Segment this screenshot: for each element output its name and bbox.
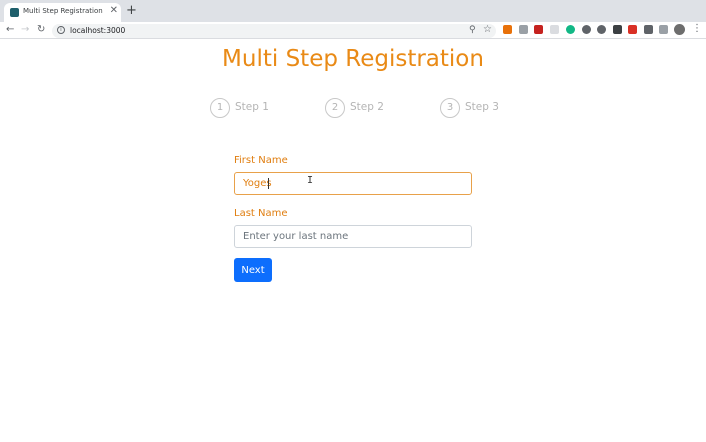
ext-redgray-icon[interactable]: [628, 25, 637, 34]
ext-orange-icon[interactable]: [503, 25, 512, 34]
last-name-label: Last Name: [234, 208, 288, 219]
last-name-input[interactable]: [234, 225, 472, 248]
tab-close-icon[interactable]: ✕: [110, 5, 118, 17]
profile-avatar[interactable]: [674, 24, 685, 35]
step-number: 2: [325, 98, 345, 118]
ibeam-cursor-icon: I: [307, 175, 314, 186]
ext-list-icon[interactable]: [659, 25, 668, 34]
ext-red-icon[interactable]: [534, 25, 543, 34]
ext-gray-icon[interactable]: [519, 25, 528, 34]
step-number: 1: [210, 98, 230, 118]
text-cursor: [268, 178, 269, 189]
page-title: Multi Step Registration: [222, 46, 484, 72]
site-info-icon[interactable]: i: [57, 26, 65, 34]
step-label: Step 2: [350, 101, 384, 113]
ext-circle-icon[interactable]: [582, 25, 591, 34]
reload-icon[interactable]: ↻: [37, 23, 45, 37]
address-bar[interactable]: i localhost:3000 ⚲ ☆: [52, 24, 496, 38]
ext-dark-icon[interactable]: [613, 25, 622, 34]
new-tab-icon[interactable]: +: [126, 3, 137, 19]
browser-tab[interactable]: Multi Step Registration ✕: [4, 3, 121, 22]
bookmark-star-icon[interactable]: ☆: [483, 24, 492, 35]
step-label: Step 3: [465, 101, 499, 113]
ext-green-icon[interactable]: [566, 25, 575, 34]
ext-check-icon[interactable]: [597, 25, 606, 34]
first-name-label: First Name: [234, 155, 288, 166]
next-button[interactable]: Next: [234, 258, 272, 282]
url-text[interactable]: localhost:3000: [70, 26, 125, 35]
ext-light-icon[interactable]: [550, 25, 559, 34]
browser-menu-icon[interactable]: ⋮: [692, 23, 702, 35]
step-label: Step 1: [235, 101, 269, 113]
tab-strip: Multi Step Registration ✕ +: [0, 0, 706, 22]
forward-icon[interactable]: →: [21, 23, 29, 37]
puzzle-icon[interactable]: [644, 25, 653, 34]
tab-title: Multi Step Registration: [23, 7, 103, 15]
favicon-icon: [10, 8, 19, 17]
step-number: 3: [440, 98, 460, 118]
back-icon[interactable]: ←: [6, 23, 14, 37]
zoom-icon[interactable]: ⚲: [469, 25, 476, 35]
first-name-input[interactable]: [234, 172, 472, 195]
